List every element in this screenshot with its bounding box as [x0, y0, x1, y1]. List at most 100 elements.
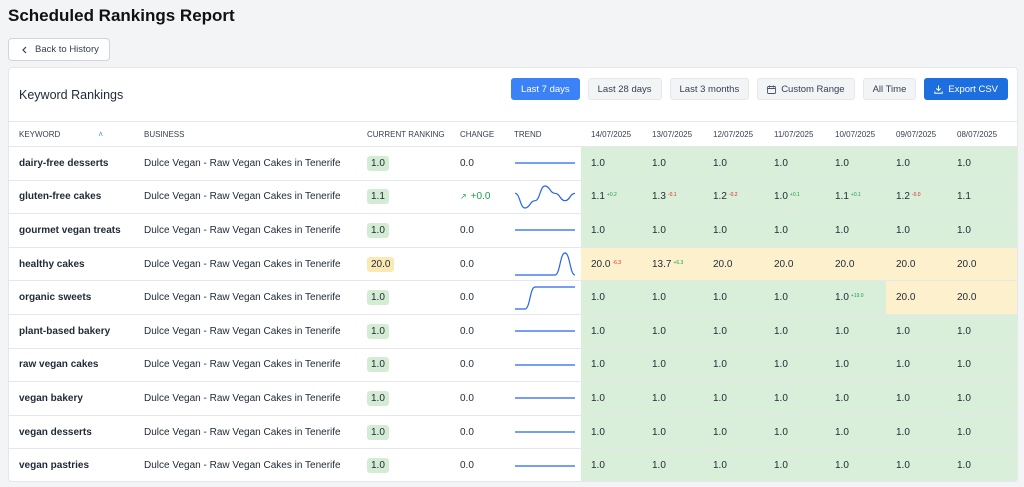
ranking-value: 1.0 [652, 460, 666, 472]
change-cell: ↗ +0.0 [450, 180, 504, 215]
change-value: 0.0 [460, 426, 474, 438]
ranking-value: 1.0 [835, 224, 849, 236]
all-time-button[interactable]: All Time [862, 78, 917, 100]
current-ranking-cell: 1.0 [357, 280, 450, 315]
ranking-delta: -0.0 [911, 192, 921, 199]
ranking-value: 1.0 [591, 292, 605, 304]
table-row[interactable]: gourmet vegan treats Dulce Vegan - Raw Ve… [9, 213, 1017, 248]
ranking-delta: -6.3 [612, 259, 622, 266]
ranking-value: 1.3 [652, 191, 666, 203]
ranking-value: 1.0 [652, 157, 666, 169]
table-row[interactable]: plant-based bakery Dulce Vegan - Raw Vega… [9, 314, 1017, 349]
ranking-value: 1.0 [591, 224, 605, 236]
ranking-cell: 1.2 -0.2 [703, 180, 764, 215]
ranking-cell: 1.0 [947, 146, 1017, 181]
business-cell: Dulce Vegan - Raw Vegan Cakes in Tenerif… [134, 280, 357, 315]
ranking-value: 1.0 [713, 292, 727, 304]
keyword-cell: raw vegan cakes [9, 348, 134, 383]
back-to-history-button[interactable]: Back to History [8, 38, 110, 61]
ranking-value: 20.0 [957, 292, 977, 304]
last-3-months-button[interactable]: Last 3 months [669, 78, 750, 100]
ranking-cell: 1.0 [642, 213, 703, 248]
ranking-cell: 1.0 [764, 213, 825, 248]
date-range-toolbar: Last 7 days Last 28 days Last 3 months C… [511, 78, 1008, 100]
column-header-date: 12/07/2025 [703, 121, 764, 147]
business-cell: Dulce Vegan - Raw Vegan Cakes in Tenerif… [134, 247, 357, 282]
ranking-value: 1.0 [713, 460, 727, 472]
ranking-cell: 1.0 [886, 146, 947, 181]
change-cell: 0.0 [450, 146, 504, 181]
ranking-value: 1.0 [896, 224, 910, 236]
table-row[interactable]: dairy-free desserts Dulce Vegan - Raw Veg… [9, 146, 1017, 181]
keyword-cell: vegan desserts [9, 415, 134, 450]
trend-sparkline [514, 397, 575, 400]
table-row[interactable]: organic sweets Dulce Vegan - Raw Vegan Ca… [9, 280, 1017, 315]
table-row[interactable]: gluten-free cakes Dulce Vegan - Raw Vegan… [9, 180, 1017, 215]
ranking-cell: 1.0 [642, 381, 703, 416]
trend-line [514, 252, 576, 276]
ranking-cell: 1.0 [581, 381, 642, 416]
calendar-icon [767, 85, 777, 94]
ranking-value: 1.0 [713, 325, 727, 337]
ranking-value: 1.1 [835, 191, 849, 203]
ranking-value: 1.0 [957, 460, 971, 472]
ranking-value: 20.0 [591, 258, 611, 270]
change-value: 0.0 [460, 224, 474, 236]
card-title: Keyword Rankings [19, 88, 124, 102]
column-header-business: BUSINESS [134, 121, 357, 147]
chevron-left-icon [22, 46, 27, 53]
table-row[interactable]: healthy cakes Dulce Vegan - Raw Vegan Cak… [9, 247, 1017, 282]
ranking-value: 1.0 [774, 325, 788, 337]
ranking-value: 1.0 [896, 359, 910, 371]
ranking-cell: 1.0 [764, 348, 825, 383]
export-csv-button[interactable]: Export CSV [924, 78, 1008, 100]
ranking-cell: 1.0 [825, 415, 886, 450]
ranking-value: 1.0 [591, 460, 605, 472]
ranking-cell: 1.0 [642, 280, 703, 315]
change-cell: 0.0 [450, 381, 504, 416]
ranking-value: 1.1 [591, 191, 605, 203]
change-cell: 0.0 [450, 280, 504, 315]
table-row[interactable]: raw vegan cakes Dulce Vegan - Raw Vegan C… [9, 348, 1017, 383]
keyword-cell: vegan pastries [9, 448, 134, 481]
arrow-up-right-icon: ↗ [460, 192, 467, 202]
ranking-delta: -0.2 [728, 192, 738, 199]
ranking-cell: 1.0 [825, 348, 886, 383]
ranking-value: 1.0 [591, 359, 605, 371]
ranking-value: 13.7 [652, 258, 672, 270]
ranking-value: 1.0 [957, 359, 971, 371]
table-row[interactable]: vegan pastries Dulce Vegan - Raw Vegan Ca… [9, 448, 1017, 481]
trend-cell [504, 348, 581, 383]
table-row[interactable]: vegan bakery Dulce Vegan - Raw Vegan Cake… [9, 381, 1017, 416]
ranking-value: 1.0 [591, 157, 605, 169]
ranking-value: 1.0 [835, 392, 849, 404]
ranking-value: 20.0 [896, 258, 916, 270]
ranking-cell: 1.0 [825, 213, 886, 248]
business-cell: Dulce Vegan - Raw Vegan Cakes in Tenerif… [134, 348, 357, 383]
ranking-cell: 1.1 [947, 180, 1017, 215]
button-label: Last 28 days [597, 83, 652, 95]
ranking-delta: +0.1 [850, 192, 861, 199]
ranking-value: 20.0 [957, 258, 977, 270]
ranking-value: 1.0 [774, 157, 788, 169]
last-28-days-button[interactable]: Last 28 days [587, 78, 662, 100]
ranking-value: 1.0 [835, 325, 849, 337]
change-cell: 0.0 [450, 247, 504, 282]
download-icon [934, 85, 944, 94]
column-header-keyword[interactable]: KEYWORD ˄ [9, 121, 134, 147]
ranking-value: 1.0 [774, 392, 788, 404]
ranking-cell: 1.0 [764, 314, 825, 349]
last-7-days-button[interactable]: Last 7 days [511, 78, 580, 100]
table-row[interactable]: vegan desserts Dulce Vegan - Raw Vegan Ca… [9, 415, 1017, 450]
change-indicator: ↗ +0.0 [460, 191, 490, 202]
column-header-date: 14/07/2025 [581, 121, 642, 147]
sort-ascending-icon[interactable]: ˄ [98, 130, 103, 139]
ranking-cell: 1.0 [886, 213, 947, 248]
ranking-cell: 1.2 -0.0 [886, 180, 947, 215]
change-value: 0.0 [460, 460, 474, 472]
current-ranking-badge: 1.0 [367, 222, 389, 238]
custom-range-button[interactable]: Custom Range [757, 78, 855, 100]
current-ranking-cell: 1.0 [357, 415, 450, 450]
ranking-cell: 1.0 [581, 415, 642, 450]
button-label: Last 3 months [679, 83, 740, 95]
